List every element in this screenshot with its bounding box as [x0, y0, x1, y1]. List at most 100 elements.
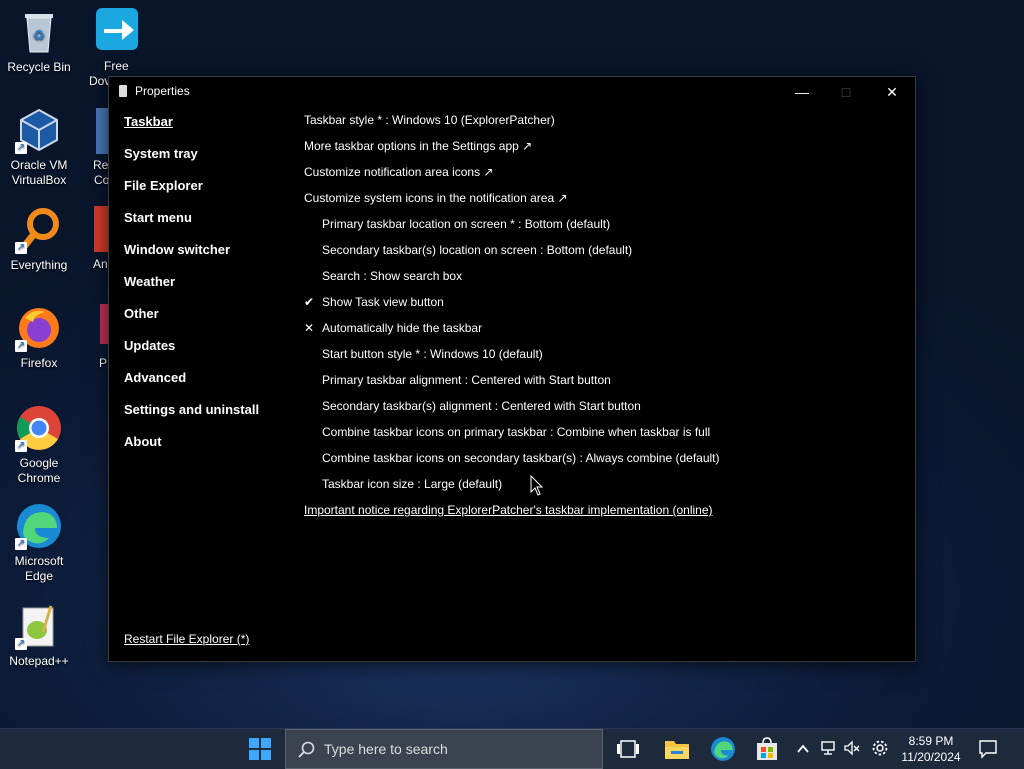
setting-label: Search : Show search box: [322, 269, 463, 283]
taskbar-clock[interactable]: 8:59 PM 11/20/2024: [888, 733, 974, 765]
setting-secondary-taskbar-location[interactable]: Secondary taskbar(s) location on screen …: [304, 241, 720, 267]
setting-customize-system-icons-link[interactable]: Customize system icons in the notificati…: [304, 189, 720, 215]
task-view-button[interactable]: [614, 729, 642, 769]
show-hidden-icons-chevron-up-icon[interactable]: [796, 739, 810, 759]
minimize-button[interactable]: —: [779, 77, 825, 107]
edge-icon: ↗: [15, 502, 63, 550]
desktop-icon-label: Microsoft Edge: [14, 554, 64, 583]
maximize-button[interactable]: □: [823, 77, 869, 107]
partial-label-free: Free: [104, 59, 129, 73]
setting-label: Taskbar style * : Windows 10 (ExplorerPa…: [304, 113, 555, 127]
notifications-icon[interactable]: [978, 739, 998, 762]
title-bar[interactable]: Properties — □ ✕: [109, 77, 915, 107]
desktop-icon-virtualbox[interactable]: ↗ Oracle VM VirtualBox: [0, 106, 78, 188]
desktop-icon-notepadpp[interactable]: ↗ Notepad++: [0, 602, 78, 669]
free-download-manager-icon[interactable]: [94, 6, 140, 52]
setting-secondary-taskbar-alignment[interactable]: Secondary taskbar(s) alignment : Centere…: [304, 397, 720, 423]
network-icon[interactable]: [820, 739, 838, 760]
store-taskbar-button[interactable]: [752, 729, 782, 769]
setting-more-taskbar-options-link[interactable]: More taskbar options in the Settings app…: [304, 137, 720, 163]
clock-date: 11/20/2024: [901, 750, 961, 764]
taskbar: Type here to search 8:59 PM 11/20/2024: [0, 728, 1024, 769]
setting-customize-notification-icons-link[interactable]: Customize notification area icons ↗: [304, 163, 720, 189]
search-icon: [298, 741, 315, 758]
close-button[interactable]: ✕: [869, 77, 915, 107]
desktop-icon-label: Recycle Bin: [7, 60, 71, 74]
app-icon: [119, 85, 127, 97]
desktop-icon-recycle-bin[interactable]: ♻ Recycle Bin: [0, 8, 78, 75]
nav-item-settings-uninstall[interactable]: Settings and uninstall: [124, 401, 259, 433]
partial-label-re: Re: [93, 158, 109, 172]
mouse-cursor-icon: [530, 474, 544, 497]
setting-start-button-style[interactable]: Start button style * : Windows 10 (defau…: [304, 345, 720, 371]
important-notice-link[interactable]: Important notice regarding ExplorerPatch…: [304, 501, 720, 527]
setting-label: Show Task view button: [322, 295, 444, 309]
edge-taskbar-button[interactable]: [708, 729, 738, 769]
nav-item-weather[interactable]: Weather: [124, 273, 259, 305]
setting-search[interactable]: Search : Show search box: [304, 267, 720, 293]
partial-icon-an[interactable]: [94, 206, 108, 252]
setting-taskbar-style[interactable]: Taskbar style * : Windows 10 (ExplorerPa…: [304, 111, 720, 137]
setting-label: Combine taskbar icons on primary taskbar…: [322, 425, 711, 439]
desktop-icon-label: Everything: [10, 258, 68, 272]
notepadpp-icon: ↗: [15, 602, 63, 650]
file-explorer-taskbar-button[interactable]: [662, 729, 692, 769]
nav-item-taskbar[interactable]: Taskbar: [124, 113, 259, 145]
nav-item-window-switcher[interactable]: Window switcher: [124, 241, 259, 273]
setting-show-task-view-button[interactable]: ✔ Show Task view button: [304, 293, 720, 319]
desktop-icon-firefox[interactable]: ↗ Firefox: [0, 304, 78, 371]
desktop-icon-chrome[interactable]: ↗ Google Chrome: [0, 404, 78, 486]
setting-primary-taskbar-location[interactable]: Primary taskbar location on screen * : B…: [304, 215, 720, 241]
cross-icon: ✕: [304, 321, 315, 335]
nav-item-about[interactable]: About: [124, 433, 259, 465]
setting-primary-taskbar-alignment[interactable]: Primary taskbar alignment : Centered wit…: [304, 371, 720, 397]
settings-gear-icon[interactable]: [871, 739, 889, 760]
partial-icon-re[interactable]: [96, 108, 108, 154]
nav-item-start-menu[interactable]: Start menu: [124, 209, 259, 241]
partial-label-p: P: [99, 356, 108, 370]
setting-taskbar-icon-size[interactable]: Taskbar icon size : Large (default): [304, 475, 720, 501]
setting-label: Start button style * : Windows 10 (defau…: [322, 347, 543, 361]
desktop-icon-label: Notepad++: [9, 654, 69, 668]
properties-window: Properties — □ ✕ Taskbar System tray Fil…: [108, 76, 916, 662]
task-view-icon: [617, 740, 639, 758]
shortcut-arrow-icon: ↗: [15, 142, 27, 154]
setting-combine-primary[interactable]: Combine taskbar icons on primary taskbar…: [304, 423, 720, 449]
nav-item-updates[interactable]: Updates: [124, 337, 259, 369]
setting-label: More taskbar options in the Settings app…: [304, 139, 533, 153]
setting-label: Customize system icons in the notificati…: [304, 191, 568, 205]
nav-item-file-explorer[interactable]: File Explorer: [124, 177, 259, 209]
start-button[interactable]: [246, 729, 274, 769]
search-placeholder: Type here to search: [324, 741, 448, 757]
window-title: Properties: [135, 84, 190, 98]
setting-label: Automatically hide the taskbar: [322, 321, 483, 335]
shortcut-arrow-icon: ↗: [15, 638, 27, 650]
desktop-icon-everything[interactable]: ↗ Everything: [0, 206, 78, 273]
shortcut-arrow-icon: ↗: [15, 242, 27, 254]
checkmark-icon: ✔: [304, 295, 315, 309]
nav-item-advanced[interactable]: Advanced: [124, 369, 259, 401]
everything-icon: ↗: [15, 206, 63, 254]
store-icon: [757, 737, 777, 760]
nav-item-system-tray[interactable]: System tray: [124, 145, 259, 177]
setting-label: Primary taskbar location on screen * : B…: [322, 217, 611, 231]
desktop-icon-label: Google Chrome: [17, 456, 61, 485]
sidebar-nav: Taskbar System tray File Explorer Start …: [124, 113, 259, 465]
shortcut-arrow-icon: ↗: [15, 440, 27, 452]
shortcut-arrow-icon: ↗: [15, 538, 27, 550]
desktop-icon-edge[interactable]: ↗ Microsoft Edge: [0, 502, 78, 584]
volume-muted-icon[interactable]: [843, 739, 861, 760]
restart-file-explorer-link[interactable]: Restart File Explorer (*): [124, 632, 249, 646]
setting-auto-hide-taskbar[interactable]: ✕ Automatically hide the taskbar: [304, 319, 720, 345]
partial-icon-p[interactable]: [100, 304, 108, 344]
partial-label-an: An: [93, 257, 108, 271]
edge-icon: [711, 737, 735, 761]
setting-label: Secondary taskbar(s) alignment : Centere…: [322, 399, 641, 413]
firefox-icon: ↗: [15, 304, 63, 352]
setting-combine-secondary[interactable]: Combine taskbar icons on secondary taskb…: [304, 449, 720, 475]
desktop-icon-label: Firefox: [20, 356, 58, 370]
taskbar-search-box[interactable]: Type here to search: [285, 729, 603, 769]
nav-item-other[interactable]: Other: [124, 305, 259, 337]
svg-text:♻: ♻: [33, 27, 46, 43]
folder-icon: [665, 741, 689, 759]
